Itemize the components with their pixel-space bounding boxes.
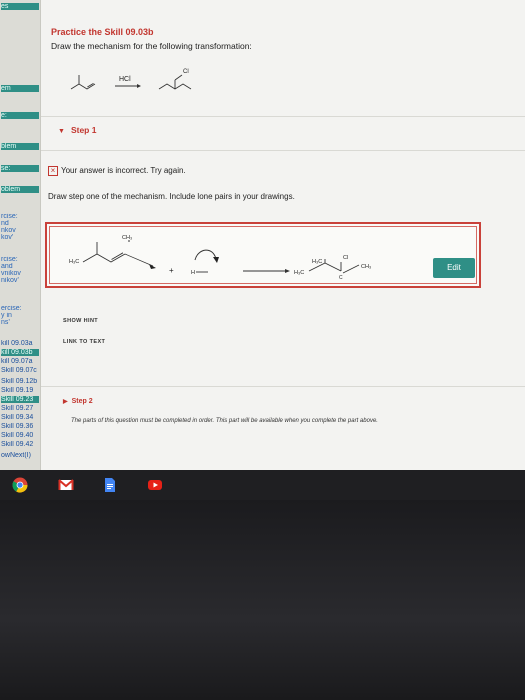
sidebar-item[interactable]: nkov (1, 227, 39, 234)
reaction-scheme: HCl Cl (70, 69, 192, 90)
sidebar-item[interactable]: and (1, 263, 39, 270)
main-content: Practice the Skill 09.03b Draw the mecha… (41, 0, 525, 470)
chevron-right-icon: ▶ (63, 399, 68, 405)
sidebar-item[interactable]: e: (1, 112, 39, 119)
sidebar-item[interactable]: Skill 09.27 (1, 405, 39, 412)
sidebar-item[interactable]: Skill 09.12b (1, 378, 39, 385)
show-hint-button[interactable]: SHOW HINT (63, 318, 98, 327)
sidebar-item[interactable]: kov’ (1, 234, 39, 241)
sidebar-item[interactable]: ercise: (1, 305, 39, 312)
docs-icon[interactable] (102, 477, 118, 493)
sidebar-item[interactable]: Skill 09.07c (1, 367, 39, 374)
product-ch3-label: CH₃ (361, 264, 371, 270)
product-cl-label: Cl (343, 255, 348, 261)
sidebar-item[interactable]: Skill 09.40 (1, 432, 39, 439)
product-h3c-top-label: H₃C (312, 259, 322, 265)
reagent-label: HCl (119, 76, 131, 83)
h3c-label: H₃C (69, 259, 79, 265)
drawing-area[interactable]: H₃C CH₃ + H H₃C Cl H₃C C CH₃ (45, 222, 481, 288)
product-cl-label: Cl (183, 69, 189, 75)
sidebar-item[interactable]: kill 09.07a (1, 358, 39, 365)
step2-label: Step 2 (71, 398, 93, 405)
step2-toggle[interactable]: ▶ Step 2 (63, 398, 93, 405)
divider (41, 386, 525, 387)
sidebar-item[interactable]: vnikov (1, 270, 39, 277)
sidebar-item[interactable]: Skill 09.42 (1, 441, 39, 448)
incorrect-icon: × (48, 166, 58, 176)
step2-note: The parts of this question must be compl… (71, 418, 378, 424)
youtube-icon[interactable] (147, 477, 163, 493)
sidebar-item[interactable]: se: (1, 165, 39, 172)
hcl-h-label: H (191, 270, 195, 276)
sidebar-item[interactable]: es (1, 3, 39, 10)
sidebar: es em e: blem se: oblem rcise: nd nkov kov’ rcise:… (0, 0, 41, 470)
feedback-text: Your answer is incorrect. Try again. (61, 166, 186, 176)
page-title: Practice the Skill 09.03b (51, 27, 154, 37)
gmail-icon[interactable] (58, 477, 74, 493)
sidebar-item[interactable]: Skill 09.23 (1, 396, 39, 403)
edit-button[interactable]: Edit (433, 258, 475, 278)
sidebar-item[interactable]: Skill 09.36 (1, 423, 39, 430)
step1-label: Step 1 (70, 125, 97, 135)
step1-instructions: Draw step one of the mechanism. Include … (48, 192, 295, 201)
sidebar-item[interactable]: rcise: (1, 213, 39, 220)
divider (41, 150, 525, 151)
laptop-bezel (0, 500, 525, 700)
sidebar-item[interactable]: rcise: (1, 256, 39, 263)
sidebar-item[interactable]: nikov’ (1, 277, 39, 284)
chrome-icon[interactable] (12, 477, 28, 493)
page-subtitle: Draw the mechanism for the following tra… (51, 41, 252, 51)
plus-sign: + (169, 266, 174, 275)
product-h3c-bottom-label: H₃C (294, 270, 304, 276)
sidebar-item[interactable]: y in (1, 312, 39, 319)
sidebar-item[interactable]: Skill 09.19 (1, 387, 39, 394)
screen: es em e: blem se: oblem rcise: nd nkov kov’ rcise:… (0, 0, 525, 470)
sidebar-item[interactable]: oblem (1, 186, 39, 193)
step1-toggle[interactable]: ▼ Step 1 (58, 125, 96, 135)
sidebar-item[interactable]: nd (1, 220, 39, 227)
sidebar-item[interactable]: kill 09.03b (1, 349, 39, 356)
product-c-label: C (339, 275, 343, 281)
divider (41, 116, 525, 117)
sidebar-item[interactable]: Skill 09.34 (1, 414, 39, 421)
sidebar-item[interactable]: kill 09.03a (1, 340, 39, 347)
link-to-text-button[interactable]: LINK TO TEXT (63, 339, 105, 348)
sidebar-item[interactable]: blem (1, 143, 39, 150)
chevron-down-icon: ▼ (58, 128, 65, 135)
taskbar (0, 470, 525, 500)
ch3-label: CH₃ (122, 235, 132, 241)
sidebar-item[interactable]: owNext(I) (1, 452, 39, 459)
feedback-message: × Your answer is incorrect. Try again. (48, 166, 186, 176)
mechanism-drawing: H₃C CH₃ + H H₃C Cl H₃C C CH₃ (69, 235, 371, 281)
sidebar-item[interactable]: em (1, 85, 39, 92)
sidebar-item[interactable]: ns’ (1, 319, 39, 326)
